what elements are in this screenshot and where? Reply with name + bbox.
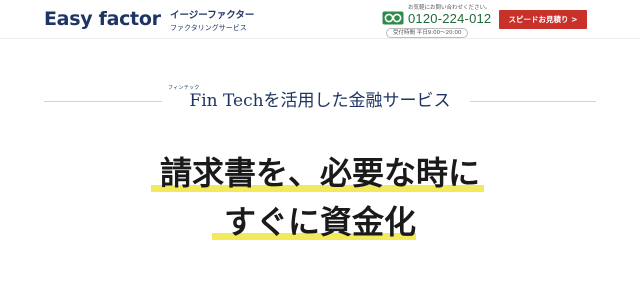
phone-number[interactable]: 0120-224-012	[408, 12, 491, 26]
brand-block: イージーファクター ファクタリングサービス	[170, 10, 254, 33]
freedial-icon	[382, 11, 404, 25]
site-header: Easy factor イージーファクター ファクタリングサービス お気軽にお問…	[0, 0, 640, 39]
speed-quote-button[interactable]: スピードお見積り >	[499, 10, 587, 29]
site-logo[interactable]: Easy factor	[44, 8, 161, 30]
hero-tagline: Fin Techを活用した金融サービス	[189, 91, 451, 111]
hero-headline-line-1: 請求書を、必要な時に	[159, 154, 480, 192]
hero-headline-line-2: すぐに資金化	[223, 203, 416, 241]
brand-name: イージーファクター	[170, 10, 255, 21]
business-hours: 受付時間 平日9:00～20:00	[386, 28, 469, 38]
brand-subtitle: ファクタリングサービス	[170, 24, 247, 32]
